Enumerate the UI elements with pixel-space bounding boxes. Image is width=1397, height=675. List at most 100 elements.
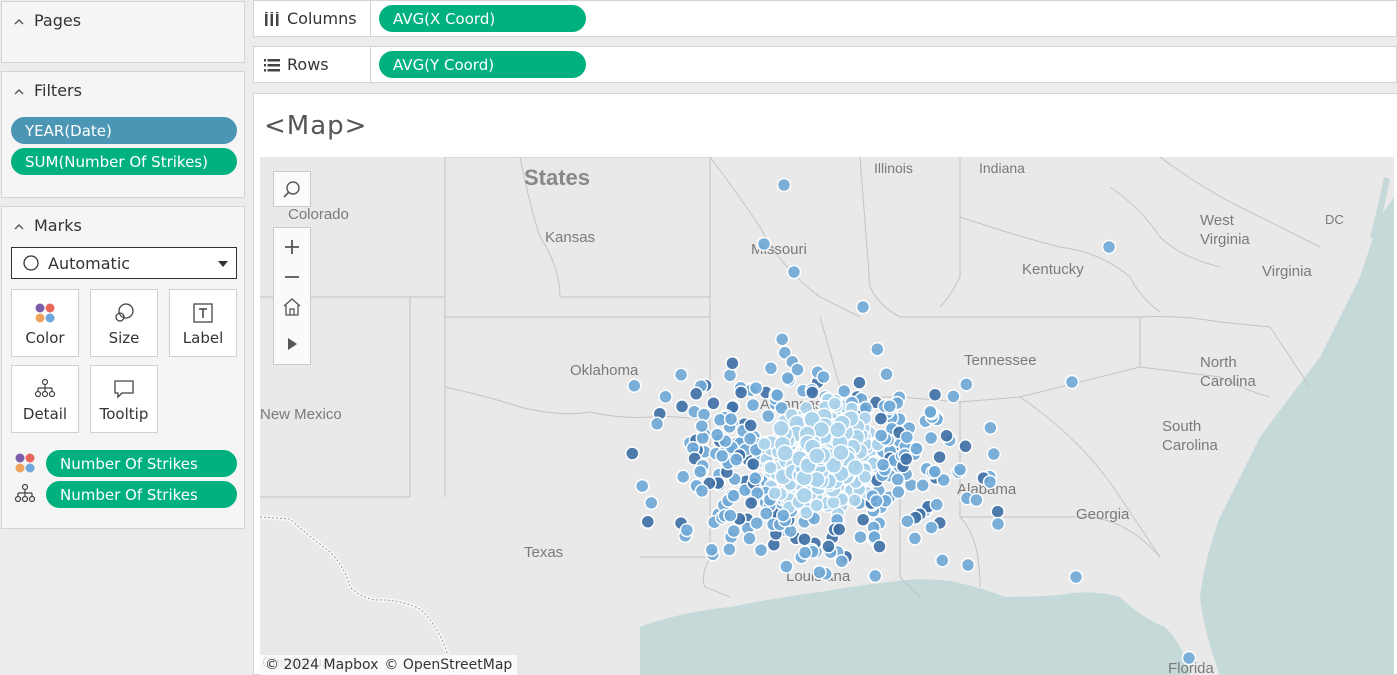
strike-point: [758, 506, 774, 521]
osm-attribution[interactable]: © OpenStreetMap: [384, 657, 512, 673]
strike-point: [776, 444, 794, 462]
strike-point: [872, 539, 887, 554]
strike-point: [821, 539, 836, 554]
size-button-label: Size: [108, 329, 140, 347]
strike-point: [673, 367, 689, 383]
columns-label: Columns: [287, 9, 357, 28]
strike-point: [829, 420, 847, 439]
strike-point: [873, 411, 889, 426]
zoom-in-icon[interactable]: [274, 232, 310, 262]
filter-pill-sum-strikes[interactable]: SUM(Number Of Strikes): [11, 148, 237, 175]
strike-point: [899, 429, 915, 445]
detail-button-label: Detail: [22, 405, 68, 423]
map-label-texas: Texas: [524, 544, 563, 561]
map-label-new-mexico: New Mexico: [260, 406, 342, 423]
strike-point: [929, 497, 945, 512]
map-label-indiana: Indiana: [979, 160, 1025, 176]
color-button[interactable]: Color: [11, 289, 79, 357]
map-label-south-carolina: Carolina: [1162, 437, 1219, 454]
map-attribution: © 2024 Mapbox © OpenStreetMap: [260, 655, 518, 675]
strike-point: [770, 387, 785, 403]
strike-point: [960, 557, 976, 573]
strike-point: [644, 495, 659, 511]
strike-point: [1101, 239, 1117, 255]
marks-pill-color-strikes[interactable]: Number Of Strikes: [46, 450, 237, 477]
map-label-illinois: Illinois: [874, 160, 913, 176]
map-label-north-carolina: Carolina: [1200, 373, 1257, 390]
circle-mark-icon: [23, 255, 39, 271]
chevron-up-icon[interactable]: [14, 222, 24, 232]
strike-point: [767, 485, 782, 501]
columns-pill[interactable]: AVG(X Coord): [379, 5, 586, 32]
strike-point: [756, 236, 772, 252]
strike-point: [797, 545, 813, 560]
strike-point: [882, 398, 897, 414]
filter-pill-year-date[interactable]: YEAR(Date): [11, 117, 237, 144]
chevron-up-icon[interactable]: [14, 87, 24, 97]
marks-pill-detail-strikes[interactable]: Number Of Strikes: [46, 481, 237, 508]
map-label-oklahoma: Oklahoma: [570, 362, 639, 379]
map[interactable]: States Illinois Indiana Colorado Kansas Misso…: [260, 157, 1394, 675]
zoom-out-icon[interactable]: [274, 262, 310, 292]
play-icon[interactable]: [274, 328, 310, 360]
strike-point: [831, 522, 847, 537]
strike-point: [747, 471, 763, 486]
strike-point: [805, 385, 820, 400]
strike-point: [873, 428, 889, 443]
mapbox-attribution[interactable]: © 2024 Mapbox: [265, 657, 378, 673]
strike-point: [694, 418, 710, 434]
rows-pill[interactable]: AVG(Y Coord): [379, 51, 586, 78]
filters-card: Filters YEAR(Date) SUM(Number Of Strikes…: [1, 71, 245, 198]
home-icon[interactable]: [274, 291, 310, 323]
strike-point: [695, 430, 711, 446]
strike-point: [935, 553, 950, 568]
label-icon: [193, 303, 213, 323]
strike-point: [772, 419, 790, 438]
strike-point: [776, 177, 792, 193]
strike-point: [990, 504, 1005, 519]
strike-point: [900, 513, 915, 529]
map-canvas[interactable]: States Illinois IndianaColoradoKansasMisso…: [260, 157, 1394, 675]
filters-title: Filters: [34, 80, 82, 100]
filters-header[interactable]: Filters: [2, 72, 244, 108]
map-label-colorado: Colorado: [288, 206, 349, 223]
strike-point: [909, 441, 924, 456]
label-button[interactable]: Label: [169, 289, 237, 357]
strike-point: [809, 498, 824, 513]
strike-point: [729, 452, 744, 467]
columns-icon: [265, 11, 279, 26]
pages-header[interactable]: Pages: [2, 2, 244, 38]
chevron-up-icon[interactable]: [14, 17, 24, 27]
strike-point: [786, 264, 802, 280]
strike-point: [832, 443, 850, 462]
strike-point: [706, 396, 721, 411]
tooltip-icon: [114, 380, 134, 399]
detail-button[interactable]: Detail: [11, 365, 79, 433]
map-label-kentucky: Kentucky: [1022, 261, 1084, 278]
strike-point: [852, 375, 867, 390]
strike-point: [760, 408, 776, 424]
color-icon: [15, 453, 35, 473]
marks-card: Marks Automatic Color Size Label Detail …: [1, 206, 245, 529]
strike-point: [867, 568, 883, 584]
strike-point: [688, 386, 704, 402]
strike-point: [827, 396, 842, 411]
search-icon[interactable]: [274, 172, 310, 206]
size-button[interactable]: Size: [90, 289, 158, 357]
map-label-north-carolina: North: [1200, 354, 1237, 371]
strike-point: [757, 436, 772, 452]
strike-point: [923, 404, 938, 420]
map-label-west-virginia: West: [1200, 212, 1235, 229]
strike-point: [658, 389, 673, 405]
strike-point: [692, 464, 708, 479]
mark-type-dropdown[interactable]: Automatic: [11, 247, 237, 279]
strike-point: [834, 553, 849, 569]
strike-point: [808, 447, 826, 465]
map-label-tennessee: Tennessee: [964, 352, 1037, 369]
strike-point: [627, 378, 642, 394]
map-search-button[interactable]: [273, 171, 311, 207]
marks-header[interactable]: Marks: [2, 207, 244, 243]
map-label-georgia: Georgia: [1076, 506, 1130, 523]
strike-point: [1068, 569, 1084, 585]
tooltip-button[interactable]: Tooltip: [90, 365, 158, 433]
